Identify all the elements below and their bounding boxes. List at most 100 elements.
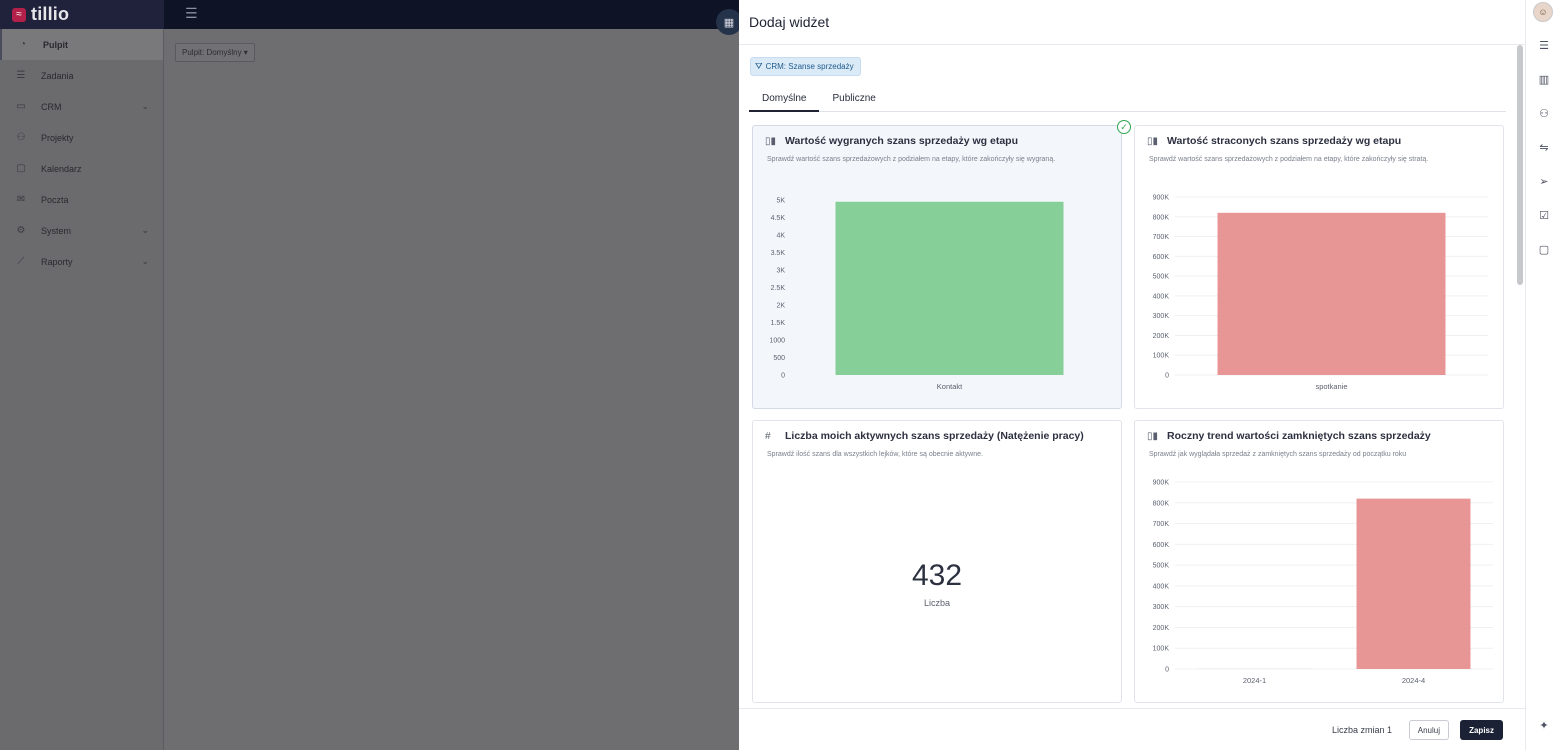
y-tick-label: 100K (1153, 353, 1170, 360)
y-tick-label: 500K (1153, 274, 1170, 281)
hash-icon: # (765, 430, 771, 442)
widget-card-won-value[interactable]: ✓ ▯▮ Wartość wygranych szans sprzedaży w… (752, 120, 1131, 409)
sidebar-item-poczta[interactable]: ✉ Poczta (0, 184, 163, 215)
x-tick-label: Kontakt (937, 382, 963, 391)
dashboard-selector[interactable]: Pulpit: Domyślny ▾ (175, 43, 255, 62)
y-tick-label: 1000 (769, 338, 785, 345)
sidebar-item-label: System (41, 225, 72, 236)
sidebar-item-label: Poczta (41, 194, 69, 205)
sidebar-item-label: Zadania (41, 70, 74, 81)
save-button[interactable]: Zapisz (1460, 720, 1503, 740)
handshake-icon[interactable]: ⇋ (1534, 138, 1554, 156)
tab-publiczne[interactable]: Publiczne (819, 87, 888, 112)
scrollbar-thumb[interactable] (1517, 45, 1523, 285)
gauge-icon: ◔ (19, 39, 27, 50)
y-tick-label: 200K (1153, 625, 1170, 632)
y-tick-label: 300K (1153, 313, 1170, 320)
sidebar-item-kalendarz[interactable]: ▢ Kalendarz (0, 153, 163, 184)
tasks-icon: ☰ (16, 70, 26, 81)
y-tick-label: 0 (1165, 667, 1169, 674)
chart-line-icon: ⟋ (17, 256, 25, 267)
widget-title: Liczba moich aktywnych szans sprzedaży (… (785, 430, 1084, 442)
kpi-label: Liczba (923, 598, 950, 608)
crm-icon: ▭ (16, 101, 26, 112)
widget-card-active-count[interactable]: # Liczba moich aktywnych szans sprzedaży… (752, 420, 1122, 703)
sidebar-item-label: Projekty (41, 132, 74, 143)
x-tick-label: spotkanie (1315, 382, 1347, 391)
sidebar-item-pulpit[interactable]: ◔ Pulpit (0, 29, 163, 60)
tab-domyslne[interactable]: Domyślne (749, 87, 820, 112)
chart-bar[interactable] (1356, 498, 1471, 669)
filter-chip[interactable]: ⛛ CRM: Szanse sprzedaży (750, 57, 861, 76)
y-tick-label: 900K (1153, 195, 1170, 202)
sidebar-item-label: CRM (41, 101, 62, 112)
widget-card-yearly-trend[interactable]: ▯▮ Roczny trend wartości zamkniętych sza… (1134, 420, 1504, 703)
cancel-button[interactable]: Anuluj (1408, 720, 1449, 740)
checklist-icon[interactable]: ☑ (1534, 206, 1554, 224)
y-tick-label: 500 (773, 355, 785, 362)
y-tick-label: 1.5K (771, 320, 786, 327)
building-icon[interactable]: ▥ (1534, 70, 1554, 88)
tasks-icon[interactable]: ☰ (1534, 36, 1554, 54)
y-tick-label: 700K (1153, 234, 1170, 241)
panel-title: Dodaj widżet (749, 14, 830, 30)
yearly-trend-chart: 0 100K 200K 300K 400K 500K 600K 700K 800K 900K 202… (1153, 480, 1493, 685)
send-icon[interactable]: ➢ (1534, 172, 1554, 190)
panel-footer: Liczba zmian 1 Anuluj Zapisz (739, 708, 1525, 750)
y-tick-label: 2.5K (771, 285, 786, 292)
y-tick-label: 5K (776, 198, 785, 205)
y-tick-label: 400K (1153, 293, 1170, 300)
y-tick-label: 4K (776, 233, 785, 240)
chevron-down-icon[interactable]: ⌄ (141, 225, 149, 236)
won-value-chart: 0 500 1000 1.5K 2K 2.5K 3K 3.5K 4K 4.5K 5K Kontakt (769, 198, 1064, 391)
sidebar-item-system[interactable]: ⚙ System ⌄ (0, 215, 163, 246)
logo-text: tillio (31, 4, 70, 24)
calendar-icon: ▢ (16, 163, 26, 174)
changes-count: Liczba zmian 1 (1331, 725, 1392, 735)
calendar-icon[interactable]: ▢ (1534, 240, 1554, 258)
chevron-down-icon[interactable]: ⌄ (141, 256, 149, 267)
add-widget-panel: Dodaj widżet ⛛ CRM: Szanse sprzedaży Dom… (739, 0, 1525, 750)
y-tick-label: 100K (1153, 646, 1170, 653)
menu-icon[interactable]: ☰ (185, 5, 198, 22)
y-tick-label: 600K (1153, 542, 1170, 549)
y-tick-label: 200K (1153, 333, 1170, 340)
y-tick-label: 3.5K (771, 250, 786, 257)
chart-bar[interactable] (1197, 668, 1312, 669)
y-tick-label: 0 (1165, 373, 1169, 380)
sidebar-item-raporty[interactable]: ⟋ Raporty ⌄ (0, 246, 163, 277)
sidebar-item-label: Raporty (41, 256, 73, 267)
logo-icon: ≈ (12, 7, 26, 22)
sidebar: ◔ Pulpit ☰ Zadania ▭ CRM ⌄ ⚇ Projekty ▢ … (0, 29, 164, 750)
widget-description: Sprawdź ilość szans dla wszystkich lejkó… (767, 451, 983, 458)
lost-value-chart: 0 100K 200K 300K 400K 500K 600K 700K 800K 900K spo… (1153, 195, 1488, 391)
filter-chip-label: CRM: Szanse sprzedaży (765, 62, 854, 71)
y-tick-label: 3K (776, 268, 785, 275)
avatar[interactable]: ☺ (1533, 2, 1553, 22)
sidebar-item-zadania[interactable]: ☰ Zadania (0, 60, 163, 91)
right-rail: ☺ ☰ ▥ ⚇ ⇋ ➢ ☑ ▢ ✦ (1525, 0, 1565, 750)
widget-tabs: Domyślne Publiczne (749, 87, 1506, 112)
y-tick-label: 600K (1153, 254, 1170, 261)
chart-bar[interactable] (1217, 212, 1446, 375)
widget-card-lost-value[interactable]: ▯▮ Wartość straconych szans sprzedaży wg… (1134, 125, 1504, 409)
kpi-value: 432 (911, 559, 963, 592)
sidebar-item-projekty[interactable]: ⚇ Projekty (0, 122, 163, 153)
projects-icon: ⚇ (16, 132, 26, 143)
brand[interactable]: ≈ tillio (0, 0, 164, 29)
gear-icon: ⚙ (16, 225, 26, 236)
x-tick-label: 2024-4 (1402, 676, 1425, 685)
y-tick-label: 900K (1153, 480, 1170, 487)
users-icon[interactable]: ⚇ (1534, 104, 1554, 122)
y-tick-label: 300K (1153, 604, 1170, 611)
y-tick-label: 800K (1153, 500, 1170, 507)
top-bar: ≈ tillio ☰ (0, 0, 760, 29)
y-tick-label: 0 (781, 373, 785, 380)
chevron-down-icon[interactable]: ⌄ (141, 101, 149, 112)
panel-header: Dodaj widżet (739, 0, 1525, 45)
lightbulb-icon[interactable]: ✦ (1534, 716, 1554, 734)
panel-scrollbar[interactable] (1517, 45, 1523, 705)
chart-bar[interactable] (835, 201, 1064, 375)
sidebar-item-crm[interactable]: ▭ CRM ⌄ (0, 91, 163, 122)
sidebar-item-label: Kalendarz (41, 163, 82, 174)
